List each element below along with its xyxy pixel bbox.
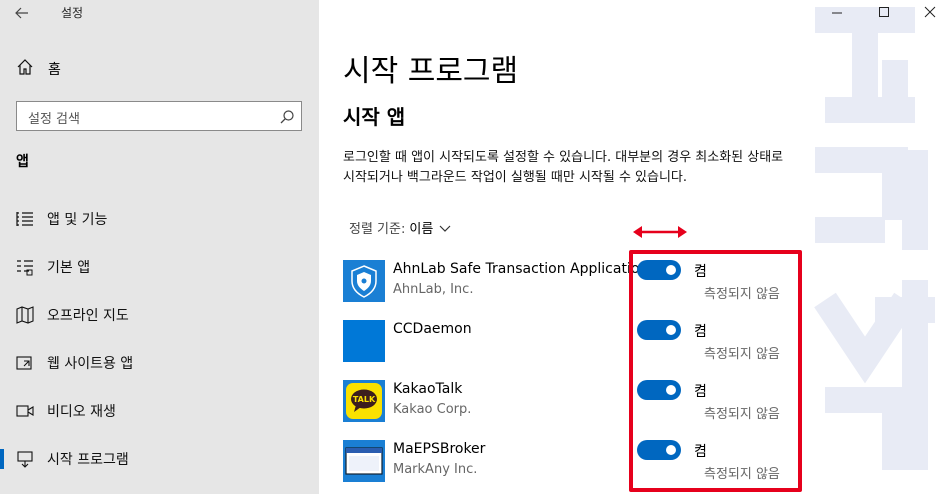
startup-icon	[16, 450, 34, 468]
main-content: 시작 프로그램 시작 앱 로그인할 때 앱이 시작되도록 설정할 수 있습니다.…	[319, 0, 945, 494]
sort-dropdown[interactable]: 정렬 기준: 이름	[349, 218, 451, 237]
app-publisher: Kakao Corp.	[393, 402, 472, 417]
home-link[interactable]: 홈	[16, 58, 61, 80]
sidebar-item-offline-maps[interactable]: 오프라인 지도	[0, 295, 319, 335]
sidebar-item-label: 기본 앱	[47, 260, 91, 276]
section-heading-apps: 앱	[16, 154, 29, 170]
svg-text:TALK: TALK	[353, 395, 376, 404]
window-title: 설정	[61, 6, 84, 20]
sidebar-item-label: 웹 사이트용 앱	[47, 356, 134, 372]
minimize-button[interactable]	[828, 4, 846, 20]
sidebar-item-startup[interactable]: 시작 프로그램	[0, 439, 319, 479]
web-app-icon	[16, 354, 34, 372]
sidebar-item-label: 비디오 재생	[47, 404, 116, 420]
sidebar-item-apps-features[interactable]: 앱 및 기능	[0, 199, 319, 239]
sidebar-item-web-apps[interactable]: 웹 사이트용 앱	[0, 343, 319, 383]
default-apps-icon	[16, 258, 34, 276]
back-arrow-icon[interactable]	[12, 3, 32, 23]
maeps-window-icon	[343, 440, 385, 482]
section-subtitle: 시작 앱	[343, 105, 406, 129]
sidebar-item-video-playback[interactable]: 비디오 재생	[0, 391, 319, 431]
map-icon	[16, 306, 34, 324]
kakaotalk-icon: TALK	[343, 380, 385, 422]
close-button[interactable]	[921, 4, 939, 20]
blue-square-icon	[343, 320, 385, 362]
apps-list-icon	[16, 210, 34, 228]
description-text: 로그인할 때 앱이 시작되도록 설정할 수 있습니다. 대부분의 경우 최소화된…	[343, 150, 784, 185]
app-name: AhnLab Safe Transaction Application	[393, 261, 649, 277]
ahnlab-shield-icon	[343, 260, 385, 302]
search-placeholder: 설정 검색	[28, 112, 80, 127]
page-title: 시작 프로그램	[343, 54, 519, 89]
sidebar: 설정 홈 설정 검색 앱 앱 및 기능 기본 앱 오프라인 지도 웹 사이트용 …	[0, 0, 319, 494]
sort-value: 이름	[409, 222, 434, 237]
red-highlight-box-annotation	[629, 250, 802, 492]
app-publisher: AhnLab, Inc.	[393, 282, 474, 297]
app-name: MaEPSBroker	[393, 441, 486, 457]
sort-label: 정렬 기준:	[349, 222, 406, 237]
sidebar-item-label: 시작 프로그램	[47, 452, 129, 468]
search-icon[interactable]	[279, 109, 295, 125]
background-watermark	[785, 0, 945, 494]
chevron-down-icon	[439, 222, 451, 234]
app-publisher: MarkAny Inc.	[393, 462, 478, 477]
video-icon	[16, 402, 34, 420]
red-double-arrow-annotation	[633, 226, 687, 238]
app-name: CCDaemon	[393, 321, 472, 337]
app-name: KakaoTalk	[393, 381, 463, 397]
sidebar-item-label: 오프라인 지도	[47, 308, 129, 324]
home-icon	[16, 58, 34, 80]
home-label: 홈	[48, 62, 61, 78]
maximize-button[interactable]	[875, 4, 893, 20]
settings-search-input[interactable]: 설정 검색	[16, 101, 302, 131]
sidebar-item-label: 앱 및 기능	[47, 212, 108, 228]
sidebar-item-default-apps[interactable]: 기본 앱	[0, 247, 319, 287]
